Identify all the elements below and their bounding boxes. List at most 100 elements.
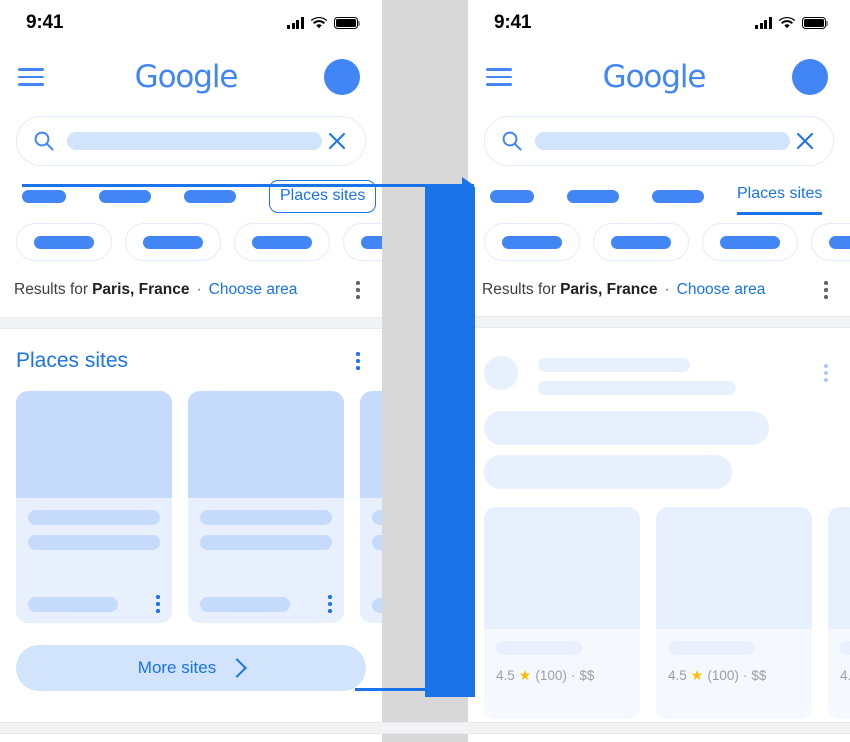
hamburger-menu-icon[interactable] xyxy=(14,60,48,94)
connector-line-top xyxy=(22,184,474,187)
place-card[interactable] xyxy=(188,391,344,623)
card-image-placeholder xyxy=(828,507,850,629)
kebab-menu-icon[interactable] xyxy=(356,281,360,299)
results-separator: · xyxy=(196,281,202,298)
close-icon[interactable] xyxy=(327,131,347,151)
kebab-menu-icon[interactable] xyxy=(156,595,160,613)
card-subtitle-placeholder xyxy=(200,535,332,550)
filter-chip-2[interactable] xyxy=(593,223,689,261)
card-title-placeholder xyxy=(668,641,754,655)
status-icons xyxy=(287,17,361,29)
signal-icon xyxy=(287,17,304,29)
card-meta-placeholder xyxy=(28,596,118,612)
more-sites-label: More sites xyxy=(137,658,217,677)
card-title-placeholder xyxy=(496,641,582,655)
card-footer xyxy=(28,595,160,613)
arrow-right-icon xyxy=(462,177,472,191)
card-footer xyxy=(200,595,332,613)
kebab-menu-icon[interactable] xyxy=(824,364,828,382)
comparison-stage: 9:41 Google Places sites Results for Par… xyxy=(0,0,850,742)
wifi-icon xyxy=(779,17,795,29)
search-input[interactable] xyxy=(484,116,834,166)
rating-value: 4.5 xyxy=(668,668,687,683)
kebab-menu-icon[interactable] xyxy=(824,281,828,299)
card-title-placeholder xyxy=(28,510,160,525)
left-phone-mockup: 9:41 Google Places sites Results for Par… xyxy=(0,0,382,742)
header-avatar-placeholder xyxy=(484,356,518,390)
filter-chip-2[interactable] xyxy=(125,223,221,261)
right-phone-mockup: 9:41 Google Places sites Results for Par… xyxy=(468,0,850,742)
battery-icon xyxy=(334,17,361,29)
more-sites-button[interactable]: More sites xyxy=(16,645,366,691)
left-tab-row: Places sites xyxy=(0,166,382,213)
card-body xyxy=(16,498,172,623)
signal-icon xyxy=(755,17,772,29)
card-subtitle-placeholder xyxy=(372,535,382,550)
google-logo: Google xyxy=(134,59,239,95)
place-card[interactable]: 4.5 ★ (100) · $$ xyxy=(484,507,640,719)
tab-placeholder-1[interactable] xyxy=(22,189,66,203)
tab-placeholder-1[interactable] xyxy=(490,189,534,203)
filter-chip-1[interactable] xyxy=(16,223,112,261)
price-level: $$ xyxy=(579,668,595,683)
filter-chip-3[interactable] xyxy=(702,223,798,261)
place-card[interactable] xyxy=(16,391,172,623)
header-line-2 xyxy=(538,381,736,395)
kebab-menu-icon[interactable] xyxy=(328,595,332,613)
app-bar: Google xyxy=(0,46,382,108)
account-avatar[interactable] xyxy=(792,59,828,95)
card-image-placeholder xyxy=(360,391,382,498)
search-icon xyxy=(34,131,54,151)
right-section-header xyxy=(468,342,850,395)
tab-placeholder-3[interactable] xyxy=(652,189,704,203)
account-avatar[interactable] xyxy=(324,59,360,95)
choose-area-link[interactable]: Choose area xyxy=(209,281,298,299)
star-icon: ★ xyxy=(518,667,532,683)
card-rating-row: 4.5 ★ (100) · $$ xyxy=(668,667,800,684)
tab-placeholder-2[interactable] xyxy=(99,189,151,203)
card-image-placeholder xyxy=(188,391,344,498)
right-results-panel: 4.5 ★ (100) · $$ 4.5 ★ (100) · $$ 4 xyxy=(468,328,850,719)
card-body: 4.5 ★ (100) · $$ xyxy=(828,629,850,719)
connector-line-bottom xyxy=(355,688,475,691)
filter-chip-4[interactable] xyxy=(343,223,382,261)
filter-chip-3[interactable] xyxy=(234,223,330,261)
search-input[interactable] xyxy=(16,116,366,166)
left-results-panel: Places sites More sites xyxy=(0,329,382,691)
app-bar: Google xyxy=(468,46,850,108)
place-card[interactable] xyxy=(360,391,382,623)
hamburger-menu-icon[interactable] xyxy=(482,60,516,94)
status-icons xyxy=(755,17,829,29)
card-body xyxy=(188,498,344,623)
tab-places-sites[interactable]: Places sites xyxy=(737,185,823,215)
status-bar: 9:41 xyxy=(468,0,850,46)
left-card-row xyxy=(0,373,382,623)
status-bar: 9:41 xyxy=(0,0,382,46)
rating-value: 4.5 xyxy=(840,668,850,683)
review-count: (100) xyxy=(707,668,739,683)
place-card[interactable]: 4.5 ★ (100) · $$ xyxy=(656,507,812,719)
rating-value: 4.5 xyxy=(496,668,515,683)
status-time: 9:41 xyxy=(26,12,64,33)
card-title-placeholder xyxy=(200,510,332,525)
section-divider xyxy=(468,316,850,328)
battery-icon xyxy=(802,17,829,29)
card-image-placeholder xyxy=(484,507,640,629)
card-body xyxy=(360,498,382,623)
search-value-placeholder xyxy=(67,132,322,150)
chevron-right-icon xyxy=(227,658,248,678)
tab-placeholder-3[interactable] xyxy=(184,189,236,203)
tab-placeholder-2[interactable] xyxy=(567,189,619,203)
results-for-prefix: Results for xyxy=(482,281,557,298)
place-card[interactable]: 4.5 ★ (100) · $$ xyxy=(828,507,850,719)
filter-chip-1[interactable] xyxy=(484,223,580,261)
filter-chip-4[interactable] xyxy=(811,223,850,261)
choose-area-link[interactable]: Choose area xyxy=(677,281,766,299)
card-footer xyxy=(372,598,382,613)
rating-separator: · xyxy=(742,668,748,683)
card-meta-placeholder xyxy=(200,596,290,612)
close-icon[interactable] xyxy=(795,131,815,151)
status-time: 9:41 xyxy=(494,12,532,33)
kebab-menu-icon[interactable] xyxy=(356,352,360,370)
body-bar-1 xyxy=(484,411,769,445)
